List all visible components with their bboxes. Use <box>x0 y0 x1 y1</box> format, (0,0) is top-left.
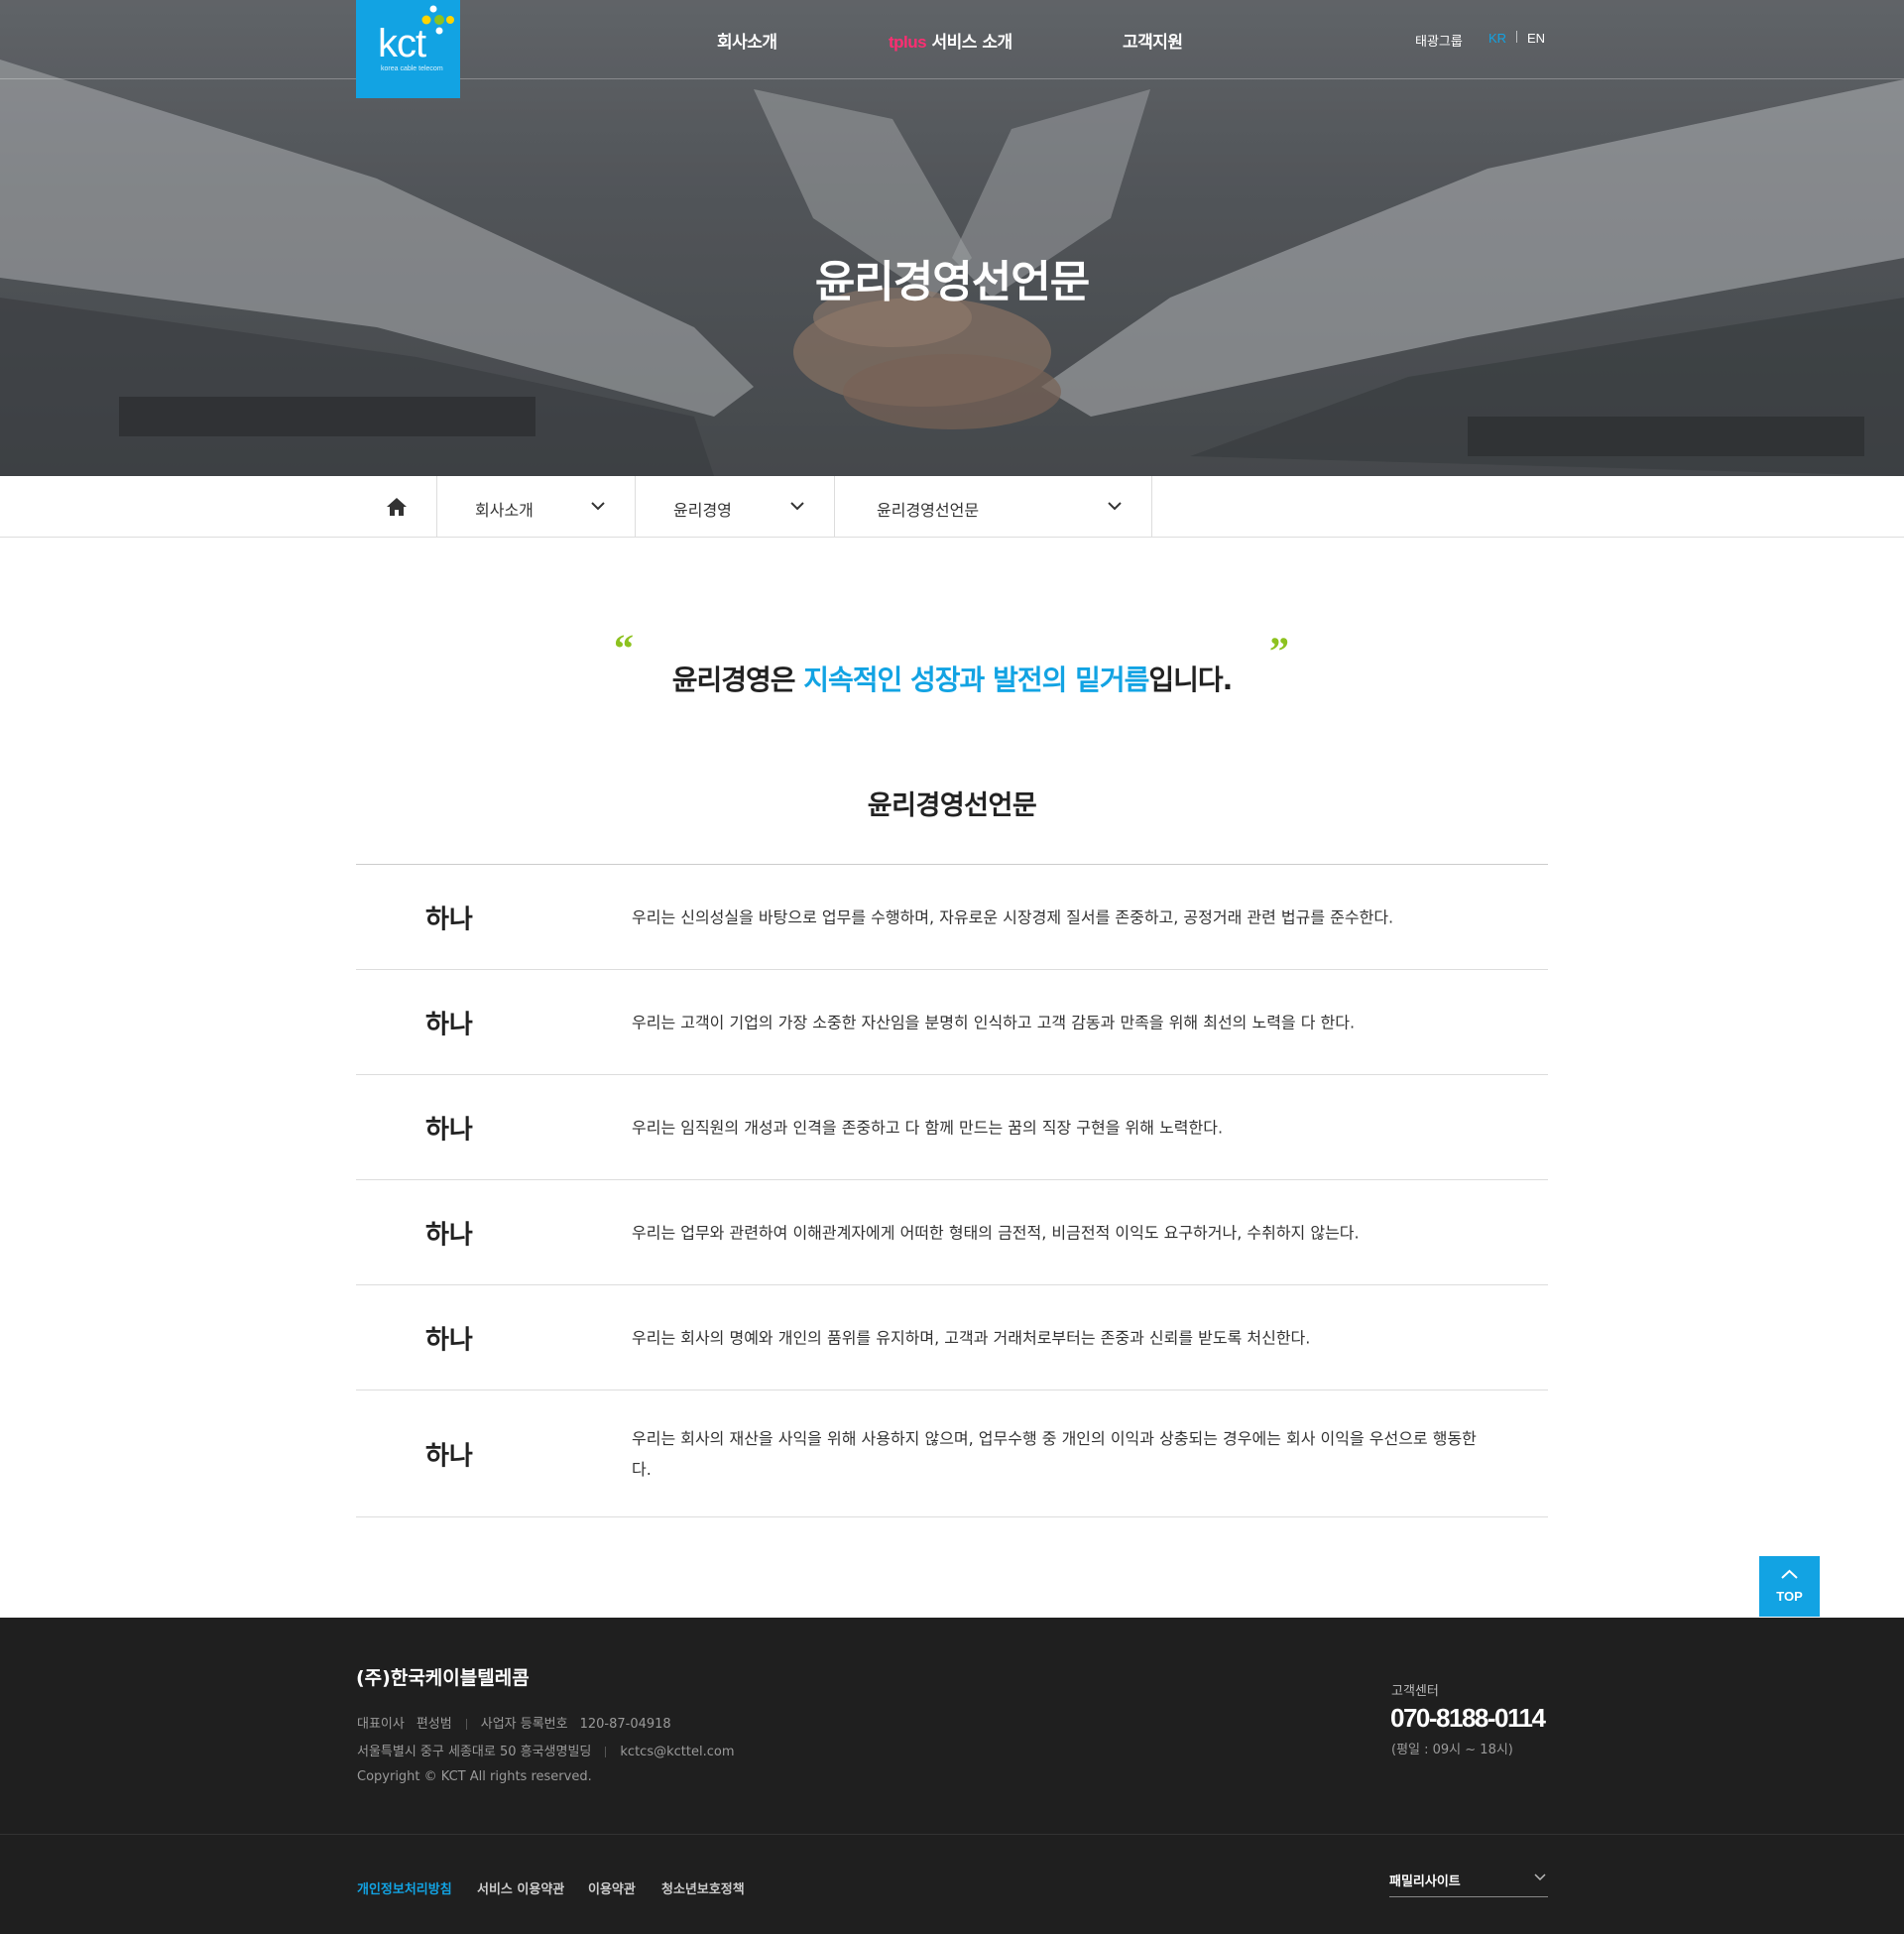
chevron-down-icon <box>790 502 804 511</box>
biz-no-label: 사업자 등록번호 <box>480 1717 568 1732</box>
declaration-row: 하나 우리는 회사의 재산을 사익을 위해 사용하지 않으며, 업무수행 중 개… <box>356 1390 1548 1517</box>
chevron-up-icon <box>1781 1569 1798 1579</box>
home-button[interactable] <box>356 476 437 537</box>
breadcrumb-label: 윤리경영선언문 <box>877 501 980 520</box>
breadcrumb-label: 윤리경영 <box>673 501 732 520</box>
cs-hours: (평일 : 09시 ~ 18시) <box>1391 1743 1513 1757</box>
lang-en[interactable]: EN <box>1527 31 1545 46</box>
lang-divider <box>1516 31 1517 43</box>
nav-support[interactable]: 고객지원 <box>1123 28 1183 53</box>
quote-post: 입니다. <box>1148 664 1233 696</box>
quote-highlight: 지속적인 성장과 발전의 밑거름 <box>803 664 1149 696</box>
cs-center-label: 고객센터 <box>1391 1684 1439 1699</box>
declaration-text: 우리는 회사의 명예와 개인의 품위를 유지하며, 고객과 거래처로부터는 존중… <box>632 1328 1311 1347</box>
chevron-down-icon <box>591 502 605 511</box>
declaration-text: 우리는 업무와 관련하여 이해관계자에게 어떠한 형태의 금전적, 비금전적 이… <box>632 1223 1360 1242</box>
declaration-key: 하나 <box>425 905 473 934</box>
chevron-down-icon <box>1534 1874 1546 1881</box>
section-title: 윤리경영선언문 <box>867 790 1037 821</box>
declaration-key: 하나 <box>425 1115 473 1145</box>
footer-info-line-1: 대표이사 편성범 사업자 등록번호 120-87-04918 <box>357 1713 671 1732</box>
breadcrumb-item-company[interactable]: 회사소개 <box>437 476 636 537</box>
tplus-brand: tplus <box>889 33 927 52</box>
declaration-list: 하나 우리는 신의성실을 바탕으로 업무를 수행하며, 자유로운 시장경제 질서… <box>356 864 1548 1517</box>
footer-address: 서울특별시 중구 세종대로 50 흥국생명빌딩 <box>357 1745 592 1759</box>
footer-divider <box>0 1834 1904 1835</box>
cs-phone-number: 070-8188-0114 <box>1390 1703 1546 1733</box>
home-icon <box>387 498 407 516</box>
ethics-quote: 윤리경영은 지속적인 성장과 발전의 밑거름입니다. <box>0 659 1904 698</box>
youth-protection-link[interactable]: 청소년보호정책 <box>661 1878 745 1897</box>
footer-email[interactable]: kctcs@kcttel.com <box>620 1745 734 1759</box>
logo-subtitle: korea cable telecom <box>381 65 443 72</box>
quote-pre: 윤리경영은 <box>671 664 804 696</box>
chevron-down-icon <box>1108 502 1122 511</box>
declaration-row: 하나 우리는 임직원의 개성과 인격을 존중하고 다 함께 만드는 꿈의 직장 … <box>356 1075 1548 1180</box>
privacy-policy-link[interactable]: 개인정보처리방침 <box>357 1878 452 1897</box>
breadcrumb-label: 회사소개 <box>475 501 534 520</box>
scroll-top-button[interactable]: TOP <box>1759 1556 1820 1617</box>
declaration-key: 하나 <box>425 1325 473 1355</box>
declaration-text: 우리는 회사의 재산을 사익을 위해 사용하지 않으며, 업무수행 중 개인의 … <box>632 1428 1477 1479</box>
service-terms-link[interactable]: 서비스 이용약관 <box>477 1878 564 1897</box>
nav-tplus-label: 서비스 소개 <box>926 33 1013 53</box>
lang-kr[interactable]: KR <box>1488 31 1506 46</box>
family-site-select[interactable]: 패밀리사이트 <box>1389 1866 1548 1897</box>
breadcrumb-item-ethics[interactable]: 윤리경영 <box>636 476 835 537</box>
hero-title: 윤리경영선언문 <box>814 257 1090 307</box>
biz-no: 120-87-04918 <box>579 1717 671 1732</box>
top-navigation-bar: kct korea cable telecom 회사소개 tplus 서비스 소… <box>0 0 1904 98</box>
declaration-row: 하나 우리는 고객이 기업의 가장 소중한 자산임을 분명히 인식하고 고객 감… <box>356 970 1548 1075</box>
terms-link[interactable]: 이용약관 <box>588 1878 636 1897</box>
nav-tplus-service[interactable]: tplus 서비스 소개 <box>889 28 1012 53</box>
nav-company[interactable]: 회사소개 <box>717 28 777 53</box>
declaration-row: 하나 우리는 신의성실을 바탕으로 업무를 수행하며, 자유로운 시장경제 질서… <box>356 865 1548 970</box>
footer-company-name: (주)한국케이블텔레콤 <box>356 1667 530 1689</box>
footer: (주)한국케이블텔레콤 대표이사 편성범 사업자 등록번호 120-87-04918 … <box>0 1618 1904 1934</box>
declaration-row: 하나 우리는 회사의 명예와 개인의 품위를 유지하며, 고객과 거래처로부터는… <box>356 1285 1548 1390</box>
family-site-label: 패밀리사이트 <box>1389 1874 1461 1889</box>
taekwang-group-link[interactable]: 태광그룹 <box>1415 31 1463 50</box>
declaration-text: 우리는 신의성실을 바탕으로 업무를 수행하며, 자유로운 시장경제 질서를 존… <box>632 907 1394 926</box>
footer-info-line-2: 서울특별시 중구 세종대로 50 흥국생명빌딩 kctcs@kcttel.com <box>357 1741 734 1759</box>
declaration-row: 하나 우리는 업무와 관련하여 이해관계자에게 어떠한 형태의 금전적, 비금전… <box>356 1180 1548 1285</box>
ceo-name: 편성범 <box>416 1717 452 1732</box>
footer-copyright: Copyright © KCT All rights reserved. <box>357 1769 592 1784</box>
declaration-text: 우리는 고객이 기업의 가장 소중한 자산임을 분명히 인식하고 고객 감동과 … <box>632 1013 1356 1031</box>
top-label: TOP <box>1776 1589 1803 1604</box>
ceo-label: 대표이사 <box>357 1717 405 1732</box>
breadcrumb-item-declaration[interactable]: 윤리경영선언문 <box>835 476 1152 537</box>
declaration-key: 하나 <box>425 1441 473 1471</box>
hero-banner: kct korea cable telecom 회사소개 tplus 서비스 소… <box>0 0 1904 476</box>
declaration-key: 하나 <box>425 1220 473 1250</box>
kct-logo[interactable]: kct korea cable telecom <box>356 0 460 98</box>
declaration-key: 하나 <box>425 1010 473 1039</box>
breadcrumb: 회사소개 윤리경영 윤리경영선언문 <box>0 476 1904 538</box>
logo-text: kct <box>378 22 426 65</box>
declaration-text: 우리는 임직원의 개성과 인격을 존중하고 다 함께 만드는 꿈의 직장 구현을… <box>632 1118 1224 1137</box>
